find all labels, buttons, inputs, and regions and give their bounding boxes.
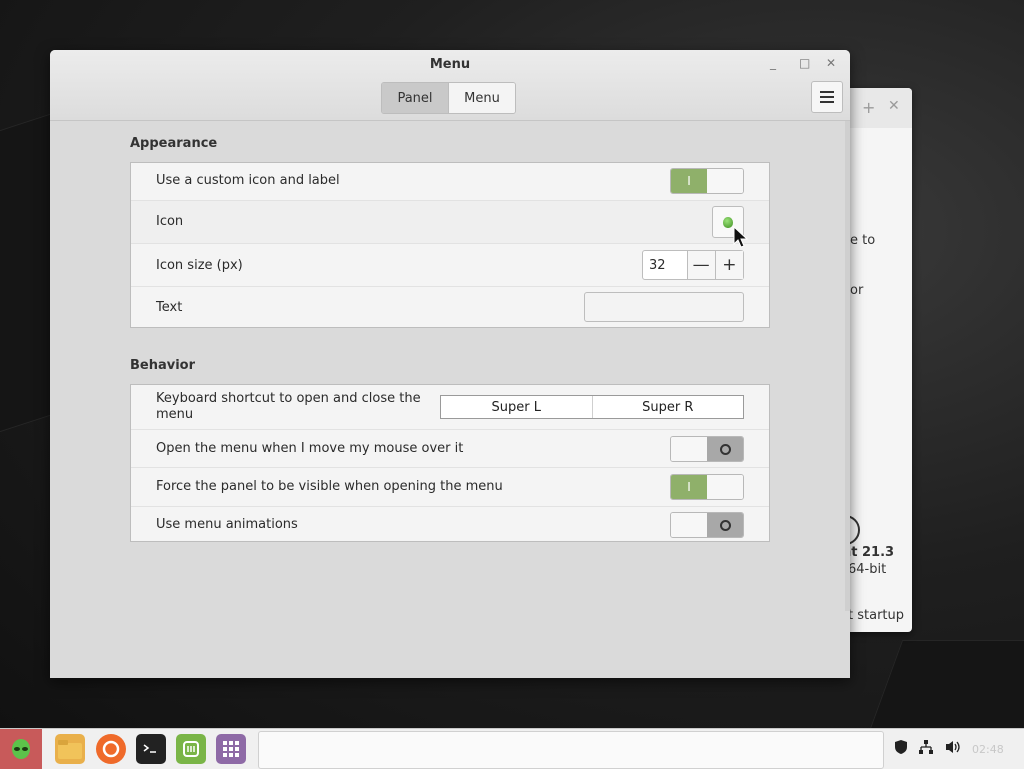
force-visible-switch[interactable]: I: [670, 474, 744, 500]
alien-icon: [12, 739, 30, 759]
force-visible-label: Force the panel to be visible when openi…: [156, 479, 503, 494]
decrement-button[interactable]: —: [687, 251, 715, 279]
apps-launcher[interactable]: [216, 734, 246, 764]
firefox-icon: [102, 740, 120, 758]
text-label: Text: [156, 300, 183, 315]
hamburger-menu-button[interactable]: [811, 81, 843, 113]
close-icon[interactable]: ✕: [888, 98, 900, 114]
switch-on-glyph: I: [671, 169, 707, 193]
icon-size-spinner: 32 — +: [642, 250, 744, 280]
welcome-text: or: [850, 283, 864, 298]
shortcut-key-1[interactable]: Super L: [441, 396, 592, 418]
custom-icon-label: Use a custom icon and label: [156, 173, 340, 188]
appearance-group: Use a custom icon and label I Icon Icon …: [130, 162, 770, 328]
folder-icon: [58, 740, 82, 759]
titlebar[interactable]: Menu _ □ ✕ Panel Menu: [50, 50, 850, 121]
settings-content: Appearance Use a custom icon and label I…: [50, 121, 850, 678]
welcome-text: e to: [850, 233, 876, 248]
close-button[interactable]: ✕: [826, 56, 836, 70]
tab-panel[interactable]: Panel: [382, 83, 448, 113]
shortcut-label: Keyboard shortcut to open and close the …: [156, 391, 421, 422]
tab-menu[interactable]: Menu: [448, 83, 515, 113]
window-list[interactable]: [258, 731, 884, 769]
window-title: Menu: [429, 57, 471, 72]
welcome-arch: 64-bit: [848, 562, 887, 577]
text-input[interactable]: [584, 292, 744, 322]
minimize-button[interactable]: _: [770, 56, 776, 70]
tab-switcher: Panel Menu: [381, 82, 516, 114]
text-row: Text: [131, 287, 769, 328]
grid-icon: [223, 741, 239, 757]
icon-size-value[interactable]: 32: [643, 251, 688, 279]
mint-logo-icon: [183, 741, 199, 757]
firefox-launcher[interactable]: [96, 734, 126, 764]
scrollbar[interactable]: [845, 121, 850, 611]
plus-icon[interactable]: +: [862, 98, 875, 117]
shield-icon[interactable]: [894, 739, 908, 759]
start-menu-button[interactable]: [0, 729, 42, 769]
welcome-startup-label: t startup: [848, 608, 904, 623]
animations-switch[interactable]: [670, 512, 744, 538]
icon-size-label: Icon size (px): [156, 258, 243, 273]
mintupdate-launcher[interactable]: [176, 734, 206, 764]
custom-icon-row: Use a custom icon and label I: [131, 163, 769, 201]
maximize-button[interactable]: □: [799, 56, 810, 70]
shortcut-keys: Super L Super R: [440, 395, 744, 419]
icon-row: Icon: [131, 201, 769, 244]
network-icon[interactable]: [918, 739, 934, 759]
force-visible-row: Force the panel to be visible when openi…: [131, 468, 769, 507]
hamburger-icon: [820, 96, 834, 98]
behavior-heading: Behavior: [130, 358, 196, 373]
animations-row: Use menu animations: [131, 507, 769, 543]
switch-off-icon: [719, 519, 731, 531]
system-tray: 02:48: [886, 729, 1024, 769]
behavior-group: Keyboard shortcut to open and close the …: [130, 384, 770, 542]
mouse-pointer-icon: [733, 226, 749, 248]
alien-icon: [723, 216, 733, 228]
hover-open-row: Open the menu when I move my mouse over …: [131, 430, 769, 468]
icon-size-row: Icon size (px) 32 — +: [131, 244, 769, 287]
menu-settings-window: Menu _ □ ✕ Panel Menu Appearance Use a c…: [50, 50, 850, 678]
taskbar: 02:48: [0, 728, 1024, 769]
shortcut-row: Keyboard shortcut to open and close the …: [131, 385, 769, 430]
animations-label: Use menu animations: [156, 517, 298, 532]
custom-icon-switch[interactable]: I: [670, 168, 744, 194]
terminal-icon: [143, 744, 156, 753]
appearance-heading: Appearance: [130, 136, 218, 151]
increment-button[interactable]: +: [714, 251, 743, 279]
switch-off-icon: [719, 443, 731, 455]
clock[interactable]: 02:48: [972, 743, 1004, 756]
icon-label: Icon: [156, 214, 184, 229]
files-launcher[interactable]: [55, 734, 85, 764]
hover-open-switch[interactable]: [670, 436, 744, 462]
shortcut-key-2[interactable]: Super R: [591, 396, 744, 418]
volume-icon[interactable]: [944, 739, 962, 759]
switch-on-glyph: I: [671, 475, 707, 499]
terminal-launcher[interactable]: [136, 734, 166, 764]
hover-open-label: Open the menu when I move my mouse over …: [156, 441, 464, 456]
